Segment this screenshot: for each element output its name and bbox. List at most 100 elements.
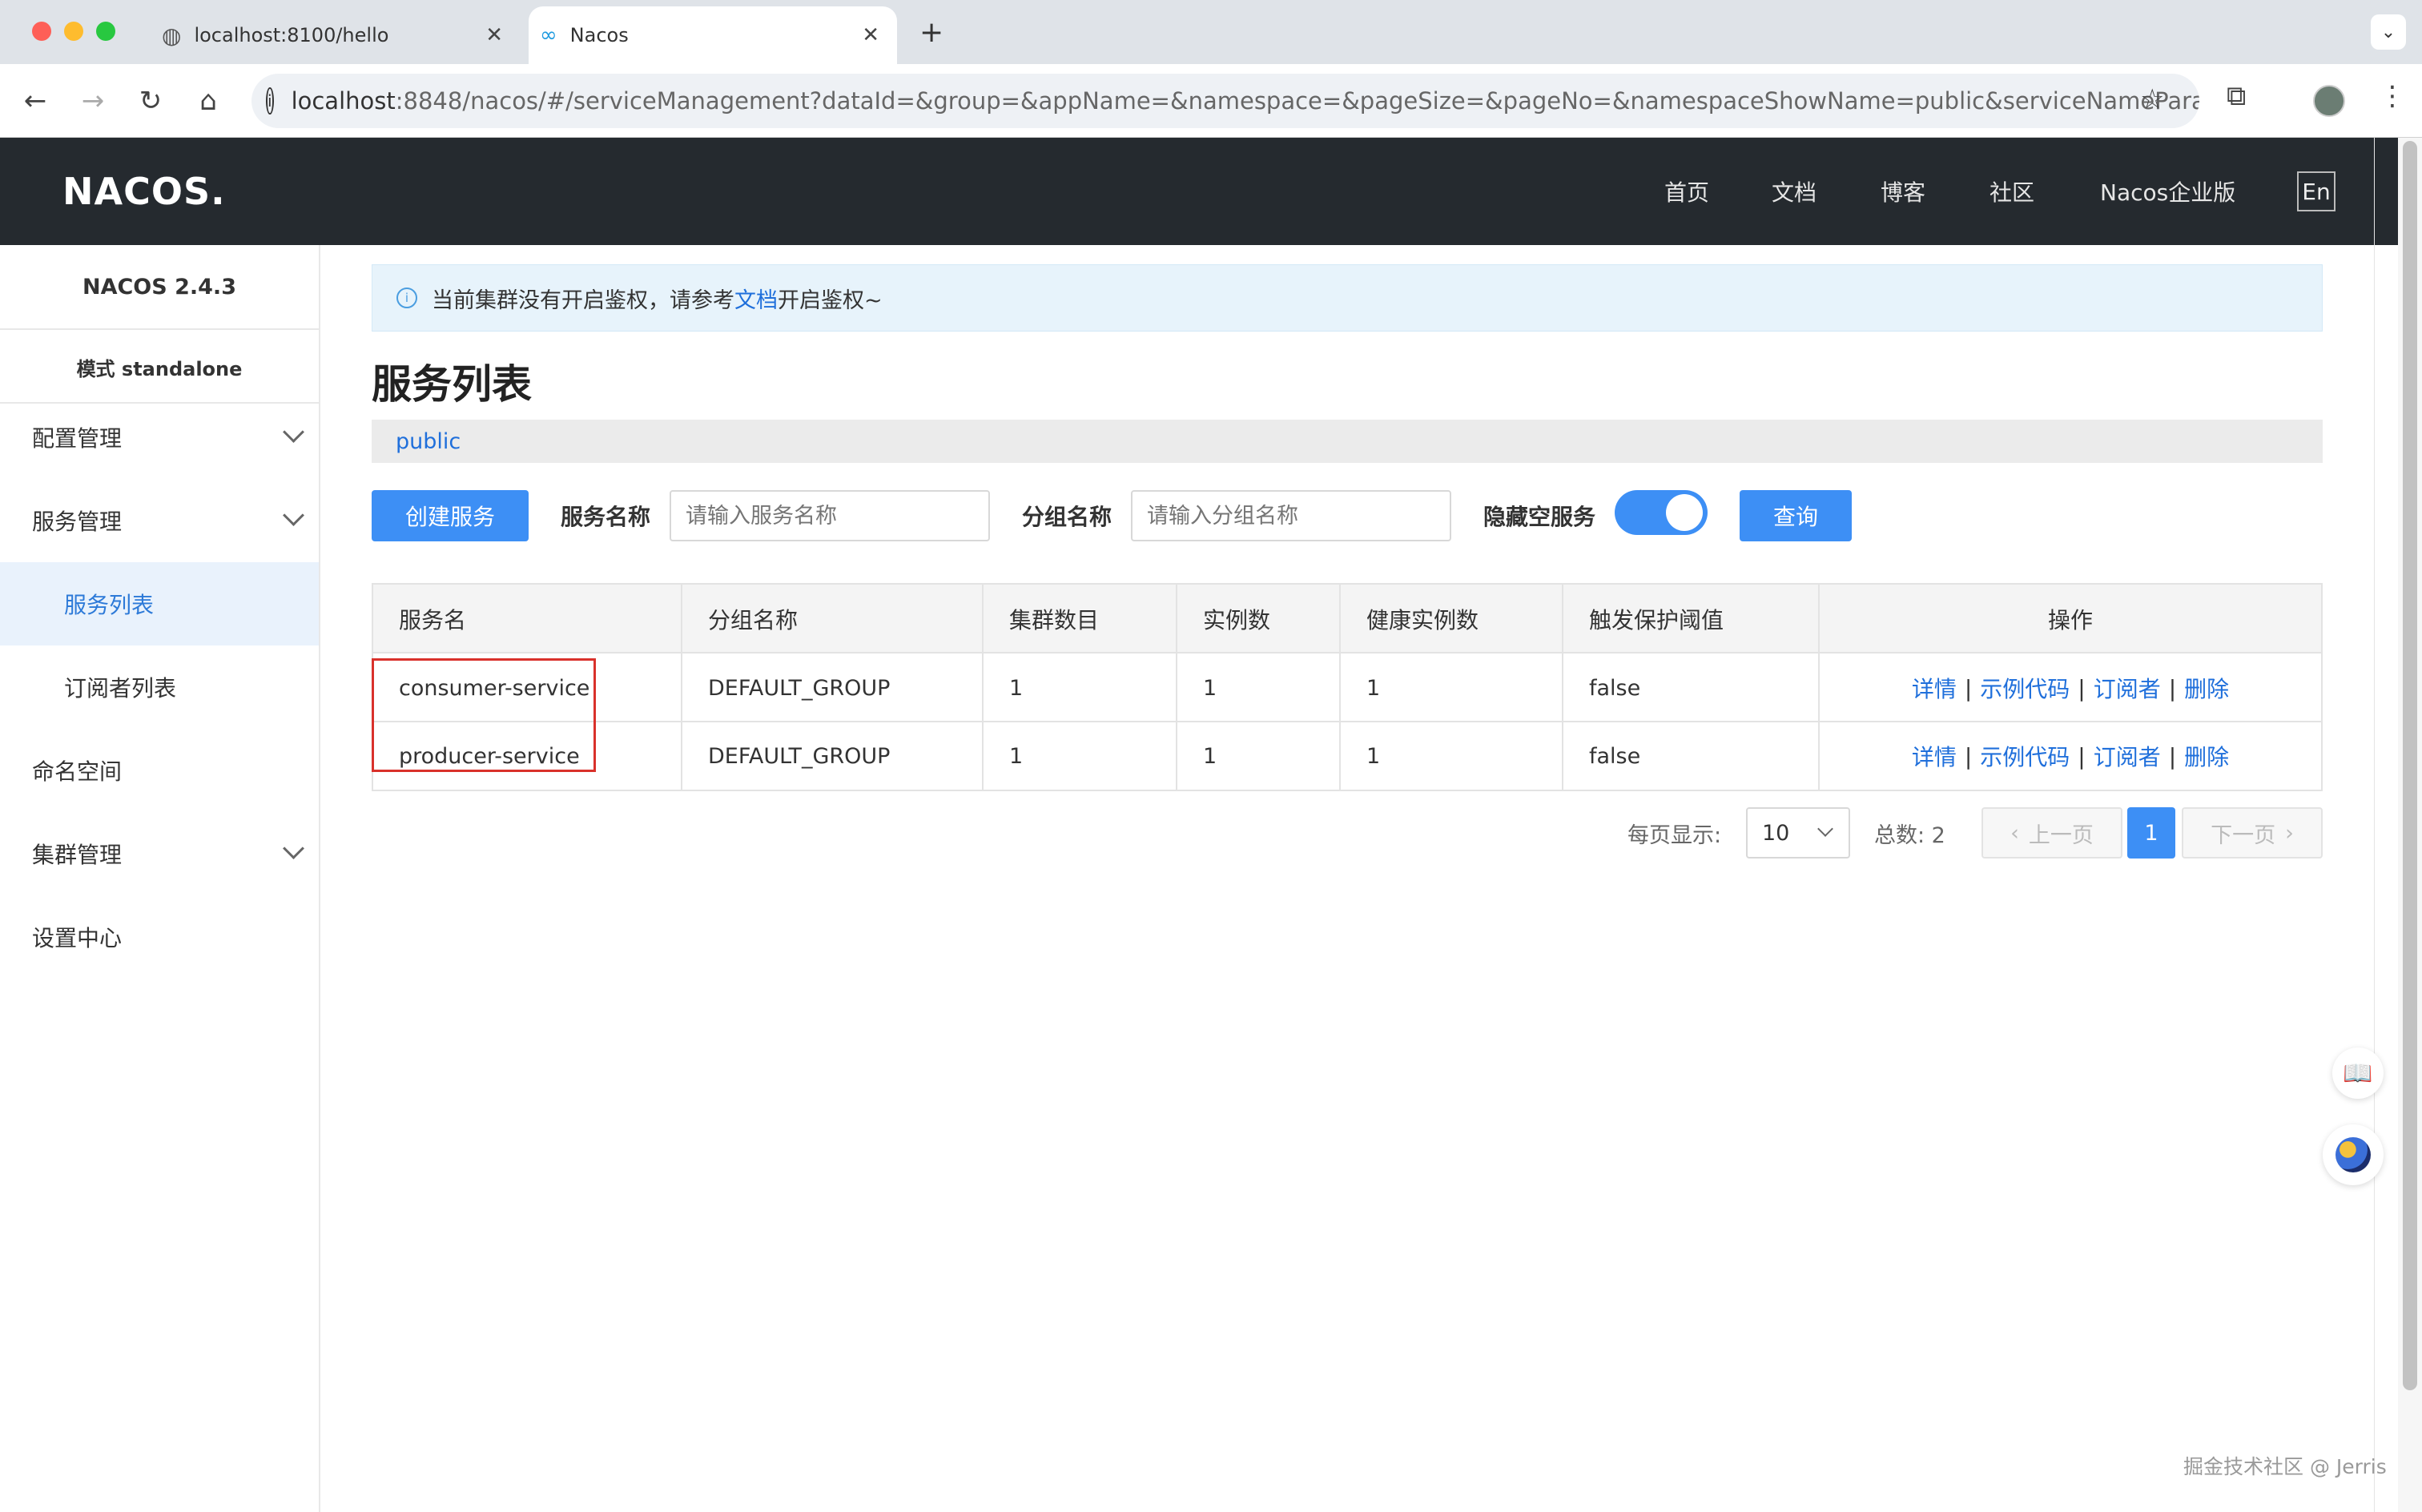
cluster-count-cell: 1 bbox=[1009, 743, 1024, 769]
actions-cell: 详情 | 示例代码 | 订阅者 | 删除 bbox=[1820, 653, 2321, 722]
extensions-icon[interactable]: ⧉ bbox=[2227, 80, 2246, 112]
delete-link[interactable]: 删除 bbox=[2184, 672, 2229, 704]
sidebar-item-service-list[interactable]: 服务列表 bbox=[0, 562, 319, 645]
subscribers-link[interactable]: 订阅者 bbox=[2094, 672, 2161, 704]
delete-link[interactable]: 删除 bbox=[2184, 740, 2229, 772]
table-row: consumer-service DEFAULT_GROUP 1 1 1 fal… bbox=[373, 653, 2321, 722]
detail-link[interactable]: 详情 bbox=[1912, 740, 1957, 772]
group-name-cell: DEFAULT_GROUP bbox=[708, 743, 891, 769]
column-header-actions: 操作 bbox=[2047, 607, 2093, 633]
browser-menu-icon[interactable]: ⋮ bbox=[2379, 80, 2406, 112]
create-service-button[interactable]: 创建服务 bbox=[372, 490, 529, 541]
chevron-down-icon bbox=[283, 838, 304, 859]
nav-home[interactable]: 首页 bbox=[1664, 138, 1709, 245]
sidebar-item-cluster-management[interactable]: 集群管理 bbox=[0, 812, 319, 895]
table-header: 服务名 分组名称 集群数目 实例数 健康实例数 触发保护阈值 操作 bbox=[373, 585, 2321, 653]
new-tab-button[interactable]: + bbox=[919, 13, 943, 51]
nacos-version: NACOS 2.4.3 bbox=[0, 245, 319, 330]
nacos-favicon-icon: ∞ bbox=[540, 23, 557, 47]
chevron-down-icon bbox=[283, 505, 304, 526]
sidebar-item-config-management[interactable]: 配置管理 bbox=[0, 396, 319, 479]
hide-empty-toggle[interactable] bbox=[1615, 490, 1708, 535]
chevron-down-icon bbox=[1817, 821, 1833, 837]
chevron-down-icon bbox=[283, 421, 304, 443]
minimize-window-button[interactable] bbox=[64, 22, 83, 41]
detail-link[interactable]: 详情 bbox=[1912, 672, 1957, 704]
scrollbar-track[interactable] bbox=[2398, 138, 2422, 1512]
book-icon[interactable]: 📖 bbox=[2332, 1048, 2384, 1099]
home-button[interactable]: ⌂ bbox=[186, 78, 231, 123]
namespace-bar: public bbox=[372, 420, 2323, 463]
close-window-button[interactable] bbox=[32, 22, 51, 41]
nav-blog[interactable]: 博客 bbox=[1881, 138, 1925, 245]
profile-avatar[interactable] bbox=[2313, 85, 2345, 117]
auth-notice: i 当前集群没有开启鉴权，请参考 文档 开启鉴权~ bbox=[372, 264, 2323, 332]
total-count: 总数: 2 bbox=[1874, 822, 1945, 848]
column-header-protect-threshold: 触发保护阈值 bbox=[1589, 607, 1724, 633]
sidebar-item-service-management[interactable]: 服务管理 bbox=[0, 479, 319, 562]
page-size-select[interactable]: 10 bbox=[1746, 807, 1850, 859]
column-header-cluster-count: 集群数目 bbox=[1009, 607, 1100, 633]
page-title: 服务列表 bbox=[372, 361, 532, 408]
namespace-public-link[interactable]: public bbox=[396, 429, 461, 454]
nacos-logo[interactable]: NACOS. bbox=[62, 138, 226, 245]
page-size-label: 每页显示: bbox=[1627, 822, 1722, 848]
service-name-input[interactable] bbox=[670, 490, 990, 541]
healthy-count-cell: 1 bbox=[1366, 743, 1381, 769]
chevron-left-icon: ‹ bbox=[2010, 820, 2019, 846]
service-name-label: 服务名称 bbox=[561, 504, 651, 530]
column-header-service-name: 服务名 bbox=[399, 607, 467, 633]
browser-tab-bar: ◍ localhost:8100/hello ✕ ∞ Nacos ✕ + ⌄ bbox=[0, 0, 2422, 64]
cluster-count-cell: 1 bbox=[1009, 675, 1024, 701]
hide-empty-label: 隐藏空服务 bbox=[1483, 504, 1596, 530]
language-switch-button[interactable]: En bbox=[2297, 171, 2336, 211]
close-tab-icon[interactable]: ✕ bbox=[485, 23, 503, 47]
next-page-button[interactable]: 下一页 › bbox=[2182, 807, 2323, 859]
subscribers-link[interactable]: 订阅者 bbox=[2094, 740, 2161, 772]
column-header-instance-count: 实例数 bbox=[1203, 607, 1271, 633]
url-host: localhost bbox=[291, 87, 396, 115]
sidebar-item-settings[interactable]: 设置中心 bbox=[0, 895, 319, 979]
maximize-window-button[interactable] bbox=[96, 22, 115, 41]
globe-icon: ◍ bbox=[162, 22, 182, 49]
forward-button[interactable]: → bbox=[70, 78, 115, 123]
nav-enterprise[interactable]: Nacos企业版 bbox=[2100, 138, 2235, 245]
table-row: producer-service DEFAULT_GROUP 1 1 1 fal… bbox=[373, 722, 2321, 790]
group-name-input[interactable] bbox=[1131, 490, 1451, 541]
nav-community[interactable]: 社区 bbox=[1990, 138, 2034, 245]
content-right-border bbox=[2374, 138, 2375, 1512]
docs-link[interactable]: 文档 bbox=[734, 283, 778, 314]
group-name-cell: DEFAULT_GROUP bbox=[708, 675, 891, 701]
protect-threshold-cell: false bbox=[1589, 675, 1641, 701]
toggle-knob bbox=[1666, 494, 1703, 531]
site-info-icon[interactable]: i bbox=[266, 87, 274, 115]
tab-search-button[interactable]: ⌄ bbox=[2371, 14, 2406, 50]
app-header: NACOS. 首页 文档 博客 社区 Nacos企业版 En bbox=[0, 138, 2398, 245]
highlight-box bbox=[372, 658, 596, 772]
reload-button[interactable]: ↻ bbox=[128, 78, 173, 123]
query-button[interactable]: 查询 bbox=[1740, 490, 1852, 541]
back-button[interactable]: ← bbox=[13, 78, 58, 123]
run-mode: 模式 standalone bbox=[0, 332, 319, 404]
close-tab-icon[interactable]: ✕ bbox=[862, 23, 879, 47]
prev-page-button[interactable]: ‹ 上一页 bbox=[1981, 807, 2122, 859]
sample-code-link[interactable]: 示例代码 bbox=[1980, 672, 2070, 704]
actions-cell: 详情 | 示例代码 | 订阅者 | 删除 bbox=[1820, 722, 2321, 790]
sidebar: NACOS 2.4.3 模式 standalone 配置管理 服务管理 服务列表… bbox=[0, 245, 320, 1512]
assistant-avatar-icon bbox=[2336, 1137, 2371, 1172]
sidebar-item-subscriber-list[interactable]: 订阅者列表 bbox=[0, 645, 319, 729]
address-bar[interactable]: i localhost:8848/nacos/#/serviceManageme… bbox=[251, 74, 2199, 128]
protect-threshold-cell: false bbox=[1589, 743, 1641, 769]
column-header-group-name: 分组名称 bbox=[708, 607, 799, 633]
page-button-current[interactable]: 1 bbox=[2127, 807, 2175, 859]
chevron-right-icon: › bbox=[2285, 820, 2294, 846]
browser-tab-nacos[interactable]: ∞ Nacos ✕ bbox=[529, 6, 897, 64]
bookmark-star-icon[interactable]: ☆ bbox=[2140, 83, 2164, 115]
nav-docs[interactable]: 文档 bbox=[1772, 138, 1816, 245]
scrollbar-thumb[interactable] bbox=[2403, 141, 2417, 1390]
assistant-button[interactable] bbox=[2323, 1124, 2384, 1185]
instance-count-cell: 1 bbox=[1203, 675, 1217, 701]
browser-tab-hello[interactable]: ◍ localhost:8100/hello ✕ bbox=[152, 6, 521, 64]
sample-code-link[interactable]: 示例代码 bbox=[1980, 740, 2070, 772]
sidebar-item-namespace[interactable]: 命名空间 bbox=[0, 729, 319, 812]
